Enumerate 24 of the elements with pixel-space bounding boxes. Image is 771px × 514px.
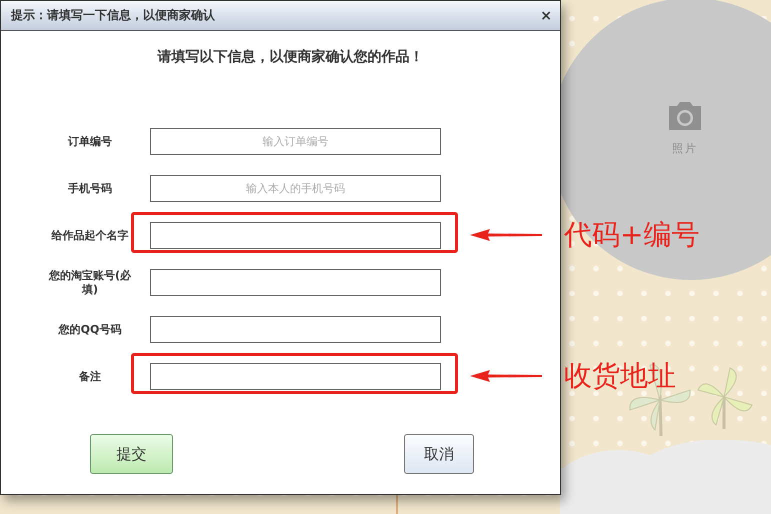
window-title: 提示：请填写一下信息，以便商家确认 [11, 7, 215, 24]
close-button[interactable]: × [540, 8, 552, 24]
arrow-icon [470, 228, 542, 242]
field-label: 备注 [78, 370, 102, 384]
windmill-drawing [697, 366, 753, 430]
arrow-icon [470, 369, 542, 383]
annotation-text: 代码+编号 [564, 217, 700, 253]
field-label: 手机号码 [67, 182, 113, 196]
input-field[interactable] [150, 222, 441, 249]
dialog-heading: 请填写以下信息，以便商家确认您的作品！ [156, 48, 424, 66]
input-field[interactable] [150, 363, 441, 390]
input-field[interactable] [150, 269, 441, 296]
cancel-button[interactable]: 取消 [404, 434, 474, 474]
submit-button[interactable]: 提交 [90, 434, 173, 474]
stem-line [396, 494, 398, 514]
photo-label: 照片 [672, 141, 698, 156]
input-field[interactable]: 输入本人的手机号码 [150, 175, 441, 202]
input-field[interactable] [150, 316, 441, 343]
input-field[interactable]: 输入订单编号 [150, 128, 441, 155]
field-label: 订单编号 [66, 134, 113, 148]
field-label: 给作品起个名字 [50, 228, 130, 242]
annotation-text: 收货地址 [564, 358, 676, 394]
field-label: 您的QQ号码 [57, 322, 122, 336]
field-label: 您的淘宝账号(必填) [48, 268, 132, 296]
